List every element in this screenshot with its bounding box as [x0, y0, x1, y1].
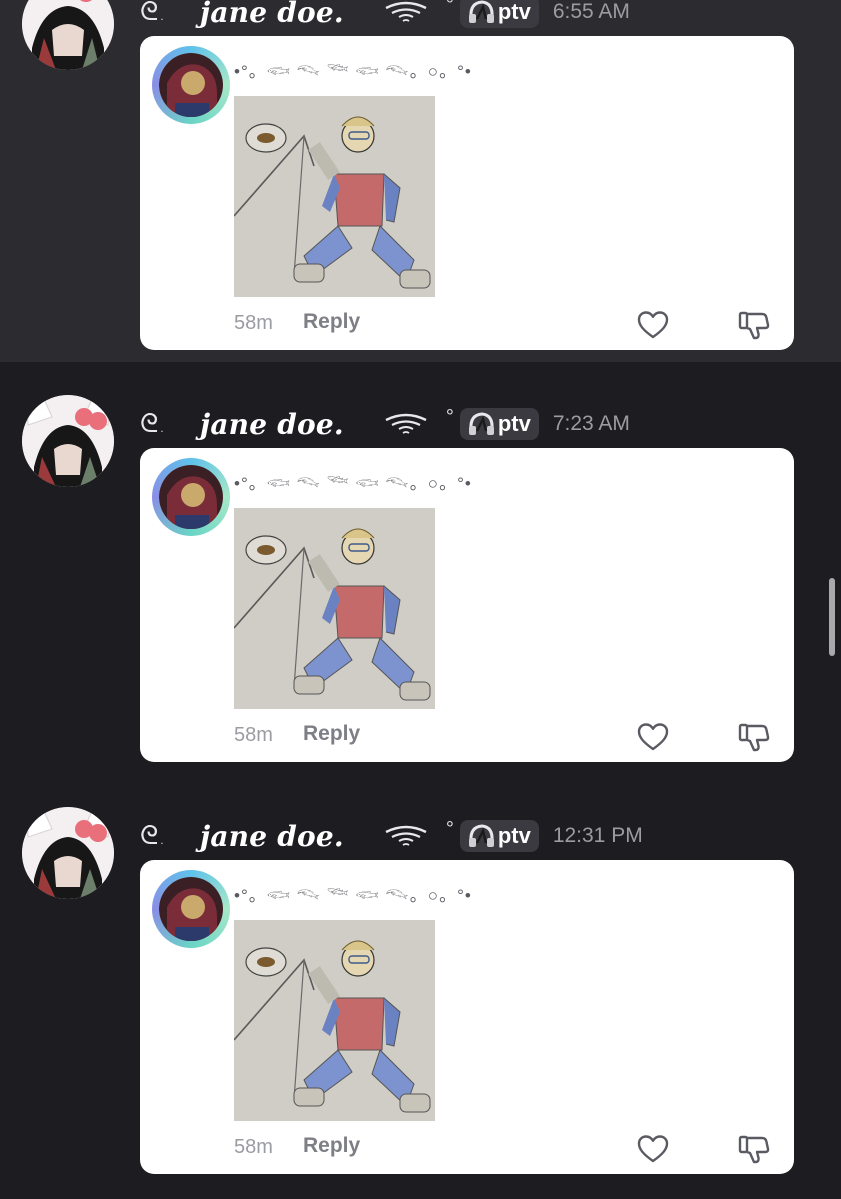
attached-drawing-image[interactable] — [234, 920, 435, 1121]
signal-waves-icon — [385, 1, 427, 22]
comment-thread-1: ᘓ. jane doe. ° ptv 6:55 AM •°。𓆟 𓆞 𓆝 𓆟 𓆞。… — [0, 0, 841, 362]
signal-waves-icon — [385, 825, 427, 846]
comment-age: 58m — [234, 724, 273, 746]
commenter-avatar[interactable] — [152, 46, 230, 124]
tag-label: ptv — [497, 823, 531, 848]
comment-thread-3: ᘓ. jane doe. ° ptv 12:31 PM •°。𓆟 𓆞 𓆝 𓆟 𓆞… — [0, 807, 841, 1187]
decorative-symbol: ᘓ. — [140, 820, 164, 851]
reply-button[interactable]: Reply — [303, 722, 360, 746]
commenter-avatar[interactable] — [152, 458, 230, 536]
tag-label: ptv — [497, 411, 531, 436]
user-avatar[interactable] — [22, 0, 114, 70]
heart-icon[interactable] — [637, 1134, 669, 1164]
thumbs-down-icon[interactable] — [738, 310, 770, 340]
reply-button[interactable]: Reply — [303, 1134, 360, 1158]
reply-button[interactable]: Reply — [303, 310, 360, 334]
comment-header: ᘓ. jane doe. ° ptv 12:31 PM — [140, 816, 643, 856]
headphones-icon — [468, 0, 494, 23]
user-avatar[interactable] — [22, 395, 114, 487]
comment-footer: 58m Reply — [140, 722, 794, 752]
attached-drawing-image[interactable] — [234, 96, 435, 297]
timestamp: 7:23 AM — [552, 412, 630, 435]
comment-header: ᘓ. jane doe. ° ptv 7:23 AM — [140, 404, 630, 444]
timestamp: 6:55 AM — [552, 0, 630, 23]
comment-footer: 58m Reply — [140, 310, 794, 340]
comment-thread-2: ᘓ. jane doe. ° ptv 7:23 AM •°。𓆟 𓆞 𓆝 𓆟 𓆞。… — [0, 395, 841, 775]
degree-symbol: ° — [445, 0, 454, 16]
thumbs-down-icon[interactable] — [738, 722, 770, 752]
comment-text: •°。𓆟 𓆞 𓆝 𓆟 𓆞。○。°• — [234, 62, 472, 81]
comment-age: 58m — [234, 1136, 273, 1158]
comment-card: •°。𓆟 𓆞 𓆝 𓆟 𓆞。○。°• 58m Reply — [140, 860, 794, 1174]
comment-footer: 58m Reply — [140, 1134, 794, 1164]
user-tag-badge[interactable]: ptv — [459, 820, 539, 852]
commenter-avatar[interactable] — [152, 870, 230, 948]
comment-age: 58m — [234, 312, 273, 334]
tag-label: ptv — [497, 0, 531, 24]
user-tag-badge[interactable]: ptv — [459, 0, 539, 28]
comment-card: •°。𓆟 𓆞 𓆝 𓆟 𓆞。○。°• 58m Reply — [140, 36, 794, 350]
user-avatar[interactable] — [22, 807, 114, 899]
signal-waves-icon — [385, 413, 427, 434]
comment-text: •°。𓆟 𓆞 𓆝 𓆟 𓆞。○。°• — [234, 886, 472, 905]
thumbs-down-icon[interactable] — [738, 1134, 770, 1164]
degree-symbol: ° — [445, 406, 454, 428]
headphones-icon — [468, 824, 494, 847]
attached-drawing-image[interactable] — [234, 508, 435, 709]
comment-header: ᘓ. jane doe. ° ptv 6:55 AM — [140, 0, 630, 32]
user-tag-badge[interactable]: ptv — [459, 408, 539, 440]
username[interactable]: jane doe. — [200, 408, 344, 441]
username[interactable]: jane doe. — [200, 820, 344, 853]
username[interactable]: jane doe. — [200, 0, 344, 29]
scrollbar[interactable] — [829, 578, 835, 656]
decorative-symbol: ᘓ. — [140, 0, 164, 27]
comment-card: •°。𓆟 𓆞 𓆝 𓆟 𓆞。○。°• 58m Reply — [140, 448, 794, 762]
heart-icon[interactable] — [637, 722, 669, 752]
decorative-symbol: ᘓ. — [140, 408, 164, 439]
headphones-icon — [468, 412, 494, 435]
comment-text: •°。𓆟 𓆞 𓆝 𓆟 𓆞。○。°• — [234, 474, 472, 493]
heart-icon[interactable] — [637, 310, 669, 340]
degree-symbol: ° — [445, 818, 454, 840]
timestamp: 12:31 PM — [552, 824, 643, 847]
